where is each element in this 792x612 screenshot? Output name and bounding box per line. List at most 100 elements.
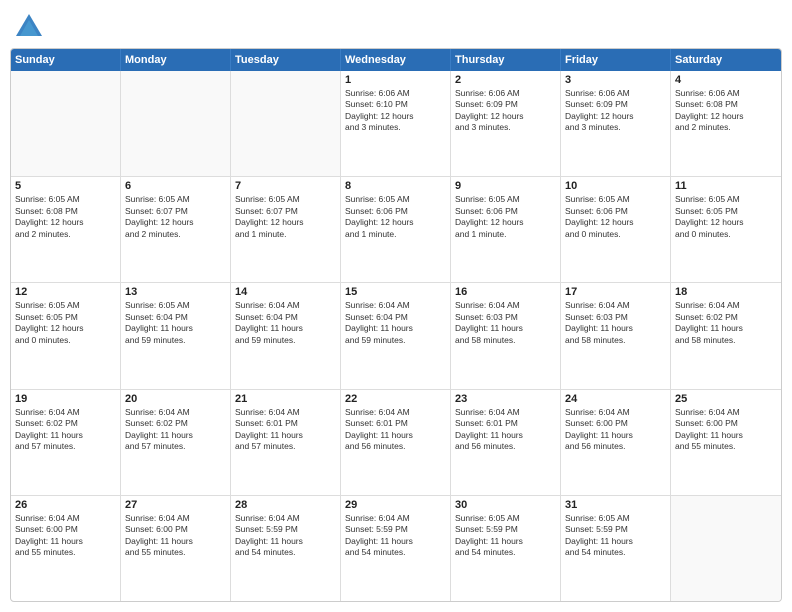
calendar-cell: 13Sunrise: 6:05 AM Sunset: 6:04 PM Dayli… [121,283,231,388]
cell-info: Sunrise: 6:06 AM Sunset: 6:10 PM Dayligh… [345,88,446,134]
cell-info: Sunrise: 6:05 AM Sunset: 6:06 PM Dayligh… [565,194,666,240]
cell-info: Sunrise: 6:05 AM Sunset: 6:05 PM Dayligh… [15,300,116,346]
calendar-cell: 11 Sunrise: 6:05 AM Sunset: 6:05 PM Dayli… [671,177,781,282]
day-number: 17 [565,286,666,298]
cell-info: Sunrise: 6:04 AM Sunset: 6:04 PM Dayligh… [235,300,336,346]
day-number: 3 [565,74,666,86]
cell-info: Sunrise: 6:04 AM Sunset: 6:01 PM Dayligh… [345,407,446,453]
day-number: 29 [345,499,446,511]
calendar-cell: 14 Sunrise: 6:04 AM Sunset: 6:04 PM Dayli… [231,283,341,388]
header [10,10,782,40]
cell-info: Sunrise: 6:04 AM Sunset: 6:02 PM Dayligh… [15,407,116,453]
calendar-cell: 24 Sunrise: 6:04 AM Sunset: 6:00 PM Dayli… [561,390,671,495]
calendar-row-4: 26 Sunrise: 6:04 AM Sunset: 6:00 PM Dayli… [11,496,781,601]
calendar-cell: 2 Sunrise: 6:06 AM Sunset: 6:09 PM Daylig… [451,71,561,176]
day-number: 19 [15,393,116,405]
cell-info: Sunrise: 6:05 AM Sunset: 6:06 PM Dayligh… [345,194,446,240]
weekday-header-sunday: Sunday [11,49,121,71]
calendar-row-3: 19 Sunrise: 6:04 AM Sunset: 6:02 PM Dayli… [11,390,781,496]
cell-info: Sunrise: 6:04 AM Sunset: 6:00 PM Dayligh… [675,407,777,453]
calendar-row-0: 1 Sunrise: 6:06 AM Sunset: 6:10 PM Daylig… [11,71,781,177]
weekday-header-tuesday: Tuesday [231,49,341,71]
calendar-header: SundayMondayTuesdayWednesdayThursdayFrid… [11,49,781,71]
logo [14,10,48,40]
calendar: SundayMondayTuesdayWednesdayThursdayFrid… [10,48,782,602]
day-number: 5 [15,180,116,192]
day-number: 6 [125,180,226,192]
calendar-cell: 16 Sunrise: 6:04 AM Sunset: 6:03 PM Dayli… [451,283,561,388]
calendar-cell: 23 Sunrise: 6:04 AM Sunset: 6:01 PM Dayli… [451,390,561,495]
calendar-cell: 10 Sunrise: 6:05 AM Sunset: 6:06 PM Dayli… [561,177,671,282]
cell-info: Sunrise: 6:04 AM Sunset: 5:59 PM Dayligh… [345,513,446,559]
day-number: 18 [675,286,777,298]
weekday-header-saturday: Saturday [671,49,781,71]
day-number: 15 [345,286,446,298]
day-number: 23 [455,393,556,405]
cell-info: Sunrise: 6:05 AM Sunset: 5:59 PM Dayligh… [565,513,666,559]
calendar-cell: 1 Sunrise: 6:06 AM Sunset: 6:10 PM Daylig… [341,71,451,176]
cell-info: Sunrise: 6:04 AM Sunset: 6:01 PM Dayligh… [455,407,556,453]
day-number: 12 [15,286,116,298]
calendar-cell: 30Sunrise: 6:05 AM Sunset: 5:59 PM Dayli… [451,496,561,601]
calendar-cell: 28Sunrise: 6:04 AM Sunset: 5:59 PM Dayli… [231,496,341,601]
day-number: 13 [125,286,226,298]
day-number: 9 [455,180,556,192]
day-number: 26 [15,499,116,511]
cell-info: Sunrise: 6:06 AM Sunset: 6:09 PM Dayligh… [565,88,666,134]
cell-info: Sunrise: 6:04 AM Sunset: 6:00 PM Dayligh… [565,407,666,453]
calendar-cell [121,71,231,176]
calendar-row-2: 12 Sunrise: 6:05 AM Sunset: 6:05 PM Dayli… [11,283,781,389]
logo-icon [14,10,44,40]
calendar-row-1: 5 Sunrise: 6:05 AM Sunset: 6:08 PM Daylig… [11,177,781,283]
cell-info: Sunrise: 6:05 AM Sunset: 6:07 PM Dayligh… [125,194,226,240]
day-number: 14 [235,286,336,298]
cell-info: Sunrise: 6:04 AM Sunset: 6:03 PM Dayligh… [455,300,556,346]
cell-info: Sunrise: 6:06 AM Sunset: 6:09 PM Dayligh… [455,88,556,134]
cell-info: Sunrise: 6:04 AM Sunset: 6:02 PM Dayligh… [125,407,226,453]
calendar-cell [671,496,781,601]
cell-info: Sunrise: 6:05 AM Sunset: 6:07 PM Dayligh… [235,194,336,240]
page: SundayMondayTuesdayWednesdayThursdayFrid… [0,0,792,612]
calendar-cell: 27 Sunrise: 6:04 AM Sunset: 6:00 PM Dayli… [121,496,231,601]
day-number: 2 [455,74,556,86]
day-number: 16 [455,286,556,298]
cell-info: Sunrise: 6:05 AM Sunset: 5:59 PM Dayligh… [455,513,556,559]
weekday-header-wednesday: Wednesday [341,49,451,71]
day-number: 24 [565,393,666,405]
cell-info: Sunrise: 6:05 AM Sunset: 6:08 PM Dayligh… [15,194,116,240]
day-number: 20 [125,393,226,405]
calendar-cell: 15 Sunrise: 6:04 AM Sunset: 6:04 PM Dayli… [341,283,451,388]
cell-info: Sunrise: 6:05 AM Sunset: 6:05 PM Dayligh… [675,194,777,240]
cell-info: Sunrise: 6:04 AM Sunset: 6:02 PM Dayligh… [675,300,777,346]
day-number: 27 [125,499,226,511]
calendar-cell: 17Sunrise: 6:04 AM Sunset: 6:03 PM Dayli… [561,283,671,388]
day-number: 25 [675,393,777,405]
day-number: 28 [235,499,336,511]
calendar-cell: 9Sunrise: 6:05 AM Sunset: 6:06 PM Daylig… [451,177,561,282]
day-number: 4 [675,74,777,86]
day-number: 1 [345,74,446,86]
day-number: 31 [565,499,666,511]
calendar-cell: 6 Sunrise: 6:05 AM Sunset: 6:07 PM Daylig… [121,177,231,282]
calendar-cell: 18 Sunrise: 6:04 AM Sunset: 6:02 PM Dayli… [671,283,781,388]
calendar-cell: 26 Sunrise: 6:04 AM Sunset: 6:00 PM Dayli… [11,496,121,601]
cell-info: Sunrise: 6:06 AM Sunset: 6:08 PM Dayligh… [675,88,777,134]
calendar-cell: 25 Sunrise: 6:04 AM Sunset: 6:00 PM Dayli… [671,390,781,495]
day-number: 10 [565,180,666,192]
day-number: 11 [675,180,777,192]
cell-info: Sunrise: 6:04 AM Sunset: 6:00 PM Dayligh… [15,513,116,559]
day-number: 22 [345,393,446,405]
calendar-cell: 8 Sunrise: 6:05 AM Sunset: 6:06 PM Daylig… [341,177,451,282]
weekday-header-thursday: Thursday [451,49,561,71]
calendar-cell: 19 Sunrise: 6:04 AM Sunset: 6:02 PM Dayli… [11,390,121,495]
calendar-cell: 31 Sunrise: 6:05 AM Sunset: 5:59 PM Dayli… [561,496,671,601]
calendar-cell: 5 Sunrise: 6:05 AM Sunset: 6:08 PM Daylig… [11,177,121,282]
calendar-cell: 4 Sunrise: 6:06 AM Sunset: 6:08 PM Daylig… [671,71,781,176]
calendar-cell: 29 Sunrise: 6:04 AM Sunset: 5:59 PM Dayli… [341,496,451,601]
calendar-cell: 7Sunrise: 6:05 AM Sunset: 6:07 PM Daylig… [231,177,341,282]
cell-info: Sunrise: 6:04 AM Sunset: 6:04 PM Dayligh… [345,300,446,346]
calendar-cell: 22 Sunrise: 6:04 AM Sunset: 6:01 PM Dayli… [341,390,451,495]
day-number: 8 [345,180,446,192]
cell-info: Sunrise: 6:04 AM Sunset: 6:00 PM Dayligh… [125,513,226,559]
cell-info: Sunrise: 6:04 AM Sunset: 6:01 PM Dayligh… [235,407,336,453]
